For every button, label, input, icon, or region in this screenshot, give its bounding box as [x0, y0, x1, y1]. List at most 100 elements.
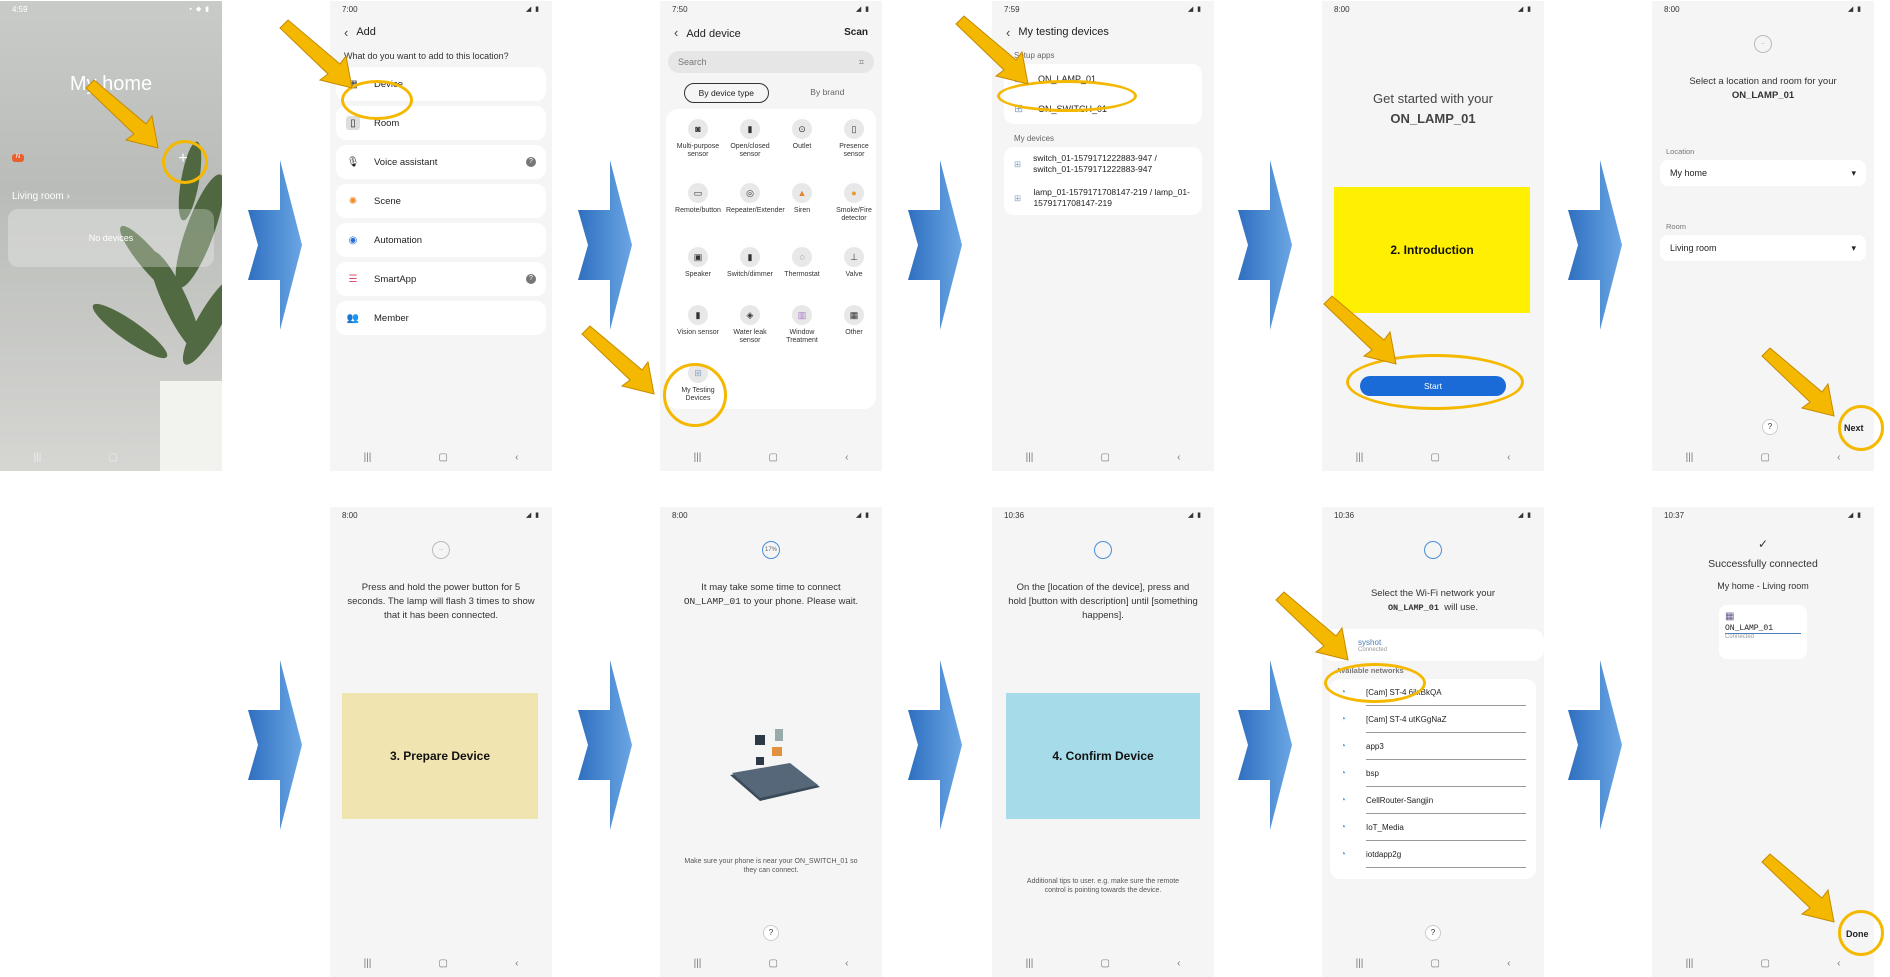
pointer-arrows	[85, 15, 1835, 923]
network-item[interactable]: ◔ CellRouter-Sangjin	[1330, 787, 1536, 814]
introduction-block: 2. Introduction	[1334, 187, 1530, 313]
device-type-item[interactable]: ▣ Speaker	[674, 247, 722, 279]
progress-spinner: ··	[432, 541, 450, 559]
screen-success: 10:37 ◢ ▮ ✓ Successfully connected My hom…	[1652, 507, 1874, 977]
device-type-item[interactable]: ▥ Window Treatment	[778, 305, 826, 345]
sun-icon: ✺	[348, 195, 358, 207]
add-automation-item[interactable]: ◉ Automation	[336, 223, 546, 257]
flow-arrow-7	[578, 660, 632, 830]
confirm-tip: Additional tips to user. e.g. make sure …	[1026, 878, 1180, 894]
recent-apps-icon[interactable]: |||	[34, 452, 42, 463]
screen-prepare-device: 8:00 ◢ ▮ ·· Press and hold the power butt…	[330, 507, 552, 977]
network-item[interactable]: ◔ IoT_Media	[1330, 814, 1536, 841]
back-icon[interactable]: ‹	[344, 25, 348, 40]
home-title: My home	[69, 73, 153, 95]
flow-arrow-6	[248, 660, 302, 830]
add-question: What do you want to add to this location…	[344, 51, 509, 61]
highlight-next-button	[1838, 405, 1884, 451]
network-item[interactable]: ◔ app3	[1330, 733, 1536, 760]
screen-home: 4:59 ▪ ◆ ▮ My home N + Living room › No d…	[0, 1, 222, 471]
network-item[interactable]: ◔ bsp	[1330, 760, 1536, 787]
location-dropdown[interactable]: My home ▾	[1660, 160, 1866, 186]
flow-arrow-10	[1568, 660, 1622, 830]
tab-by-brand[interactable]: By brand	[796, 83, 858, 103]
device-type-item[interactable]: ▮ Switch/dimmer	[726, 247, 774, 279]
device-type-item[interactable]: ⊥ Valve	[830, 247, 878, 279]
device-type-item[interactable]: ⊙ Outlet	[778, 119, 826, 151]
device-type-item[interactable]: ● Smoke/Fire detector	[830, 183, 878, 223]
screen-connecting: 8:00 ◢ ▮ 17% It may take some time to con…	[660, 507, 882, 977]
flow-arrow-1	[248, 160, 302, 330]
device-type-item[interactable]: ▭ Remote/button	[674, 183, 722, 215]
connecting-tip: Make sure your phone is near your ON_SWI…	[684, 858, 858, 874]
page-title: Add device	[686, 27, 741, 40]
help-button[interactable]: ?	[1425, 925, 1441, 941]
add-voice-assistant-item[interactable]: 🎙 Voice assistant?	[336, 145, 546, 179]
highlight-connected-network	[1324, 663, 1426, 703]
help-button[interactable]: ?	[1762, 419, 1778, 435]
progress-spinner: ··	[1754, 35, 1772, 53]
wifi-icon: ◔	[1340, 741, 1347, 752]
wifi-icon: ◔	[1340, 849, 1347, 860]
location-prompt: Select a location and room for your ON_LA…	[1689, 76, 1837, 101]
connecting-text: It may take some time to connect ON_LAMP…	[683, 582, 859, 607]
add-member-item[interactable]: 👥 Member	[336, 301, 546, 335]
progress-indicator: 17%	[762, 541, 780, 559]
flow-arrow-8	[908, 660, 962, 830]
device-type-item[interactable]: ▦ Other	[830, 305, 878, 337]
device-icon: ▦	[1725, 611, 1735, 622]
room-label: Room	[1666, 222, 1687, 231]
highlight-done-button	[1838, 910, 1884, 956]
flow-arrows	[248, 160, 1622, 830]
add-smartapp-item[interactable]: ☰ SmartApp?	[336, 262, 546, 296]
screen-add: 7:00 ◢ ▮ ‹ Add What do you want to add to …	[330, 1, 552, 471]
confirm-instructions: On the [location of the device], press a…	[1008, 582, 1198, 621]
device-type-item[interactable]: ◙ Multi-purpose sensor	[674, 119, 722, 159]
back-icon[interactable]: ‹	[674, 25, 678, 40]
device-card[interactable]: ▦ ON_LAMP_01 Connected	[1719, 605, 1807, 659]
back-nav-icon[interactable]: ‹	[185, 452, 188, 463]
confirm-device-block: 4. Confirm Device	[1006, 693, 1200, 819]
room-selector[interactable]: Living room ›	[12, 191, 70, 202]
device-type-item[interactable]: ▲ Siren	[778, 183, 826, 215]
device-item[interactable]: ⊞ lamp_01-1579171708147-219 / lamp_01-157…	[1004, 181, 1202, 215]
network-item[interactable]: ◔ iotdapp2g	[1330, 841, 1536, 868]
home-nav-icon[interactable]: ▢	[108, 452, 117, 463]
flow-arrow-2	[578, 160, 632, 330]
progress-spinner	[1094, 541, 1112, 559]
wifi-icon: ◔	[1340, 768, 1347, 779]
device-type-item[interactable]: ▮ Vision sensor	[674, 305, 722, 337]
automation-icon: ◉	[348, 234, 358, 246]
add-scene-item[interactable]: ✺ Scene	[336, 184, 546, 218]
scan-button[interactable]: Scan	[844, 27, 868, 38]
search-input[interactable]: Search ⌗	[668, 51, 874, 73]
flow-arrow-9	[1238, 660, 1292, 830]
highlight-device-item	[341, 80, 413, 120]
device-type-item[interactable]: ◎ Repeater/Extender	[726, 183, 785, 215]
help-icon[interactable]: ?	[526, 157, 536, 167]
section-my-devices: My devices	[1014, 134, 1055, 143]
dropdown-icon: ▾	[1851, 167, 1856, 178]
room-dropdown[interactable]: Living room ▾	[1660, 235, 1866, 261]
location-label: Location	[1666, 147, 1695, 156]
device-type-item[interactable]: ◌ Thermostat	[778, 247, 826, 279]
connected-network[interactable]: ◔ syshot Connected	[1322, 629, 1544, 661]
highlight-add-button	[162, 140, 208, 184]
device-type-item[interactable]: ◈ Water leak sensor	[726, 305, 774, 345]
device-type-item[interactable]: ▯ Presence sensor	[830, 119, 878, 159]
help-icon[interactable]: ?	[526, 274, 536, 284]
my-devices-list: ⊞ switch_01-1579171222883-947 / switch_01…	[1004, 147, 1202, 215]
check-icon: ✓	[1757, 537, 1769, 551]
back-icon[interactable]: ‹	[1006, 25, 1010, 40]
pointer-arrow	[581, 325, 655, 395]
network-item[interactable]: ◔ [Cam] ST-4 utKGgNaZ	[1330, 706, 1536, 733]
device-item[interactable]: ⊞ switch_01-1579171222883-947 / switch_01…	[1004, 147, 1202, 181]
tab-by-device-type[interactable]: By device type	[683, 83, 769, 103]
help-button[interactable]: ?	[763, 925, 779, 941]
door-icon: ▯	[346, 116, 360, 130]
wifi-icon: ◔	[1340, 714, 1347, 725]
mic-icon: 🎙	[346, 156, 360, 168]
qr-scan-icon[interactable]: ⌗	[859, 57, 864, 68]
device-type-item[interactable]: ▮ Open/closed sensor	[726, 119, 774, 159]
notification-badge: N	[12, 154, 24, 162]
